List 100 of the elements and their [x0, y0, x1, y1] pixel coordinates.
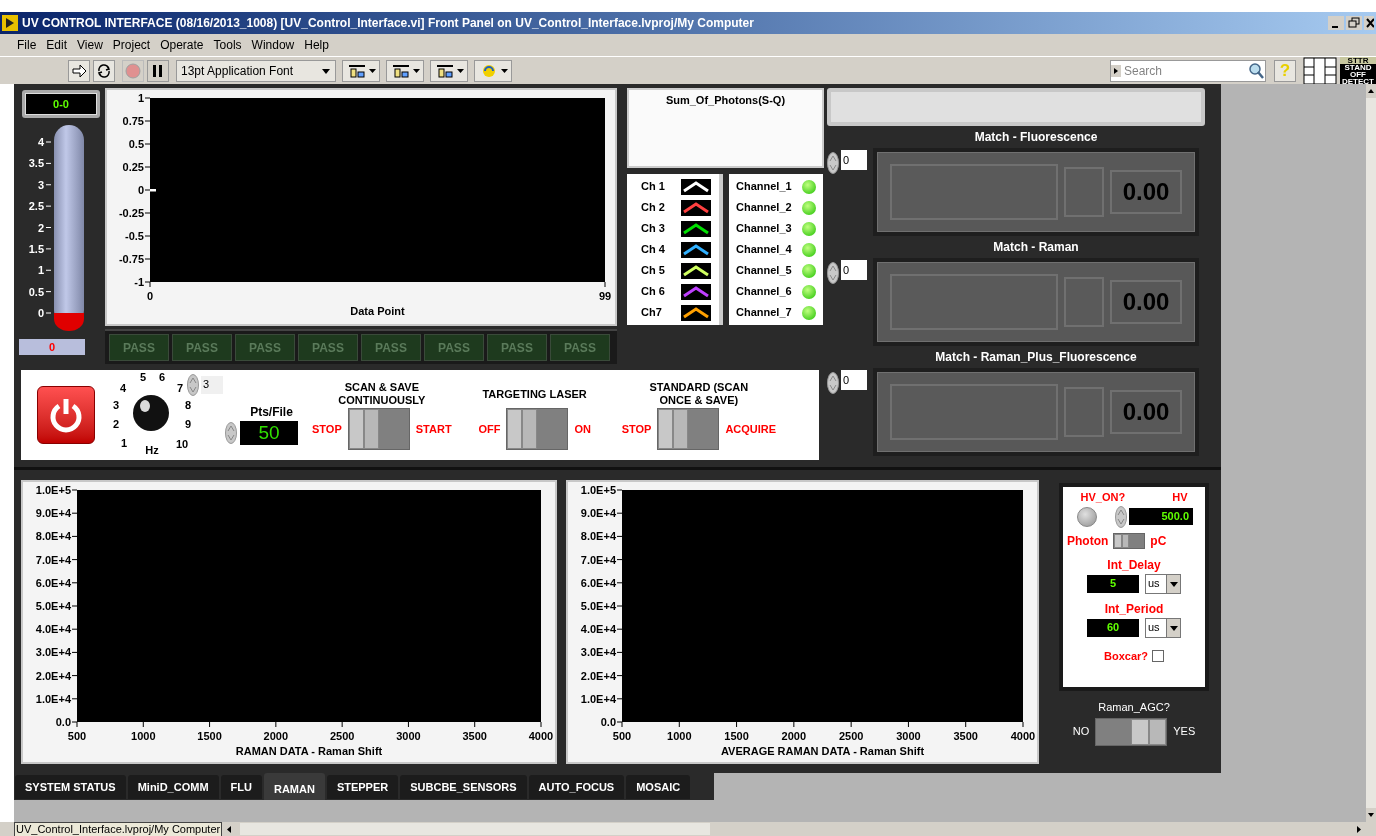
run-continuously-icon[interactable]	[93, 59, 115, 82]
scale-label: 1.5	[28, 242, 52, 255]
spinner-arrows-icon[interactable]	[827, 260, 839, 286]
caret-icon	[500, 67, 508, 74]
reorder-button[interactable]	[474, 59, 512, 82]
slide-switch[interactable]	[1113, 532, 1146, 549]
index-field[interactable]: 0	[841, 370, 867, 390]
pass-indicator: PASS	[172, 334, 232, 361]
menu-item[interactable]: File	[12, 36, 42, 54]
knob-scale-label: 3	[112, 399, 120, 411]
search-box[interactable]: Search	[1110, 59, 1266, 82]
spinner-arrows-icon[interactable]	[827, 150, 839, 176]
legend-label: Ch 4	[641, 242, 666, 258]
x-tick-label: 500	[612, 730, 632, 742]
unit-dropdown[interactable]: us	[1145, 573, 1181, 594]
y-tick-label: 1.0E+5	[35, 484, 71, 496]
switch-title: STANDARD (SCAN ONCE & SAVE)	[648, 380, 750, 408]
boxcar-checkbox[interactable]	[1152, 649, 1164, 662]
slide-switch[interactable]	[1095, 717, 1168, 746]
y-tick-label: 1.0E+5	[580, 484, 616, 496]
close-icon[interactable]	[1364, 16, 1374, 30]
badge-text: STAND OFF DETECT	[1341, 63, 1375, 85]
pass-indicator: PASS	[361, 334, 421, 361]
menu-item[interactable]: Window	[246, 36, 300, 54]
unit-dropdown[interactable]: us	[1145, 617, 1181, 638]
x-tick-label: 2500	[838, 730, 864, 742]
menu-item[interactable]: View	[72, 36, 108, 54]
font-dropdown[interactable]: 13pt Application Font	[176, 59, 336, 82]
tab[interactable]: SUBCBE_SENSORS	[400, 775, 527, 799]
knob-scale-label: 2	[112, 418, 120, 430]
search-icon	[1247, 61, 1265, 80]
menu-item[interactable]: Edit	[41, 36, 73, 54]
resize-objects-button[interactable]	[430, 59, 468, 82]
menu-item[interactable]: Project	[107, 36, 156, 54]
index-field[interactable]: 0	[841, 150, 867, 170]
scroll-down-icon[interactable]	[1366, 808, 1376, 822]
pts-file-field[interactable]: 50	[240, 421, 298, 445]
x-tick: 4000	[528, 721, 554, 742]
hv-label: HV	[1172, 490, 1188, 505]
slide-switch[interactable]	[347, 408, 410, 450]
hv-on-led[interactable]	[1077, 506, 1097, 527]
x-tick: 2000	[781, 721, 807, 742]
match-title: Match - Raman_Plus_Fluorescence	[935, 349, 1137, 366]
tab[interactable]: SYSTEM STATUS	[15, 775, 126, 799]
match-indicator	[1064, 387, 1104, 437]
channel-label: Channel_5	[736, 263, 793, 279]
tab[interactable]: FLU	[220, 775, 262, 799]
tab[interactable]: MOSAIC	[626, 775, 691, 799]
y-tick: 4.0E+4	[35, 623, 78, 636]
slide-switch[interactable]	[657, 408, 720, 450]
horizontal-scrollbar[interactable]	[240, 823, 711, 835]
scale-label: 1	[37, 264, 52, 277]
y-tick: 8.0E+4	[580, 530, 623, 543]
align-objects-button[interactable]	[342, 59, 380, 82]
vertical-scrollbar[interactable]	[1366, 84, 1376, 822]
caret-icon	[412, 67, 420, 74]
y-tick-label: 1	[137, 92, 144, 104]
agc-on-label: YES	[1173, 724, 1196, 740]
distribute-objects-button[interactable]	[386, 59, 424, 82]
power-button[interactable]	[37, 386, 95, 444]
x-tick-label: 1000	[131, 730, 156, 742]
rate-field[interactable]: 3	[201, 376, 223, 394]
x-tick-label: 1000	[667, 730, 692, 742]
x-tick-label: 2000	[781, 730, 807, 742]
menu-item[interactable]: Tools	[208, 36, 247, 54]
y-tick: 7.0E+4	[580, 553, 623, 566]
spinner-arrows-icon[interactable]	[827, 370, 839, 396]
badge-title: STTR	[1340, 56, 1376, 64]
plot-cursor	[150, 189, 156, 192]
tab[interactable]: STEPPER	[326, 775, 399, 799]
x-tick-label: 1500	[724, 730, 749, 742]
channel-label: Channel_2	[736, 200, 793, 216]
tab[interactable]: AUTO_FOCUS	[528, 775, 625, 799]
menu-item[interactable]: Help	[299, 36, 334, 54]
y-tick-label: 0.5	[128, 138, 144, 150]
y-tick: 5.0E+4	[580, 600, 623, 612]
x-tick-label: 4000	[1010, 730, 1036, 742]
x-tick: 2500	[329, 721, 355, 742]
tab[interactable]: RAMAN	[263, 773, 325, 800]
scale-label: 3	[37, 178, 52, 191]
scroll-up-icon[interactable]	[1366, 84, 1376, 98]
menu-item[interactable]: Operate	[155, 36, 209, 54]
switch-off-label: STOP	[621, 421, 652, 437]
restore-icon[interactable]	[1346, 16, 1362, 30]
pause-button[interactable]	[147, 59, 169, 82]
search-field[interactable]: Search	[1121, 60, 1247, 81]
index-field[interactable]: 0	[841, 260, 867, 280]
y-tick: 9.0E+4	[35, 507, 78, 520]
x-tick-label: 2500	[329, 730, 355, 742]
switch-on-label: ON	[574, 421, 591, 437]
x-tick-label: 1500	[197, 730, 222, 742]
minimize-icon[interactable]	[1328, 16, 1344, 30]
expand-icon	[1111, 64, 1121, 77]
tab[interactable]: MiniD_COMM	[127, 775, 219, 799]
x-tick-label: 2000	[263, 730, 289, 742]
slide-switch[interactable]	[506, 408, 569, 450]
y-tick: 1.0E+5	[580, 484, 623, 496]
x-tick: 1500	[197, 721, 222, 742]
knob[interactable]	[133, 395, 169, 431]
y-tick-label: 0.75	[122, 115, 144, 127]
